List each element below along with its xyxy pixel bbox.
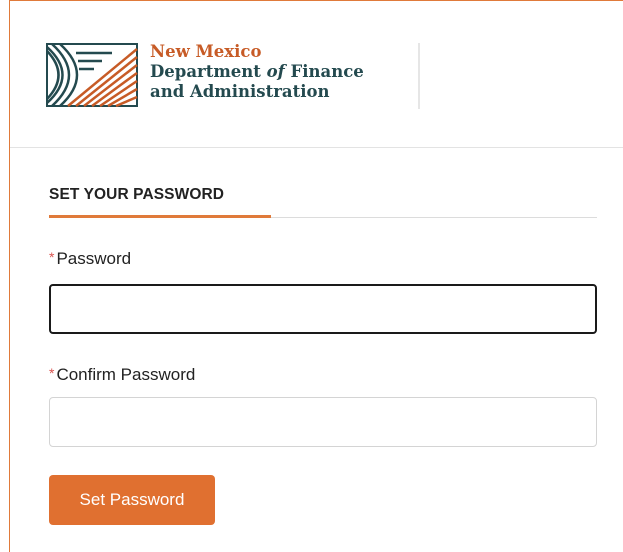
brand-logo: New Mexico Department of Finance and Adm… — [46, 42, 364, 107]
brand-line-2-post: Finance — [284, 62, 364, 81]
confirm-password-label-text: Confirm Password — [56, 365, 196, 384]
brand-line-2: Department of Finance — [150, 62, 364, 82]
title-underline — [49, 215, 271, 218]
page-frame: New Mexico Department of Finance and Adm… — [9, 0, 623, 552]
header-divider — [418, 43, 420, 109]
brand-line-1: New Mexico — [150, 42, 262, 61]
confirm-password-label: * Confirm Password — [49, 365, 195, 385]
brand-line-2-of: of — [266, 62, 285, 81]
brand-line-2-pre: Department — [150, 62, 267, 81]
required-marker: * — [49, 365, 55, 381]
set-password-button[interactable]: Set Password — [49, 475, 215, 525]
nm-dfa-logo-icon — [46, 43, 138, 107]
password-label-text: Password — [56, 249, 132, 268]
header: New Mexico Department of Finance and Adm… — [10, 1, 623, 148]
password-input[interactable] — [49, 284, 597, 334]
brand-line-3: and Administration — [150, 82, 330, 101]
confirm-password-input[interactable] — [49, 397, 597, 447]
required-marker: * — [49, 249, 55, 265]
form-title: SET YOUR PASSWORD — [49, 186, 225, 203]
brand-name: New Mexico Department of Finance and Adm… — [150, 42, 364, 102]
password-label: * Password — [49, 249, 131, 269]
